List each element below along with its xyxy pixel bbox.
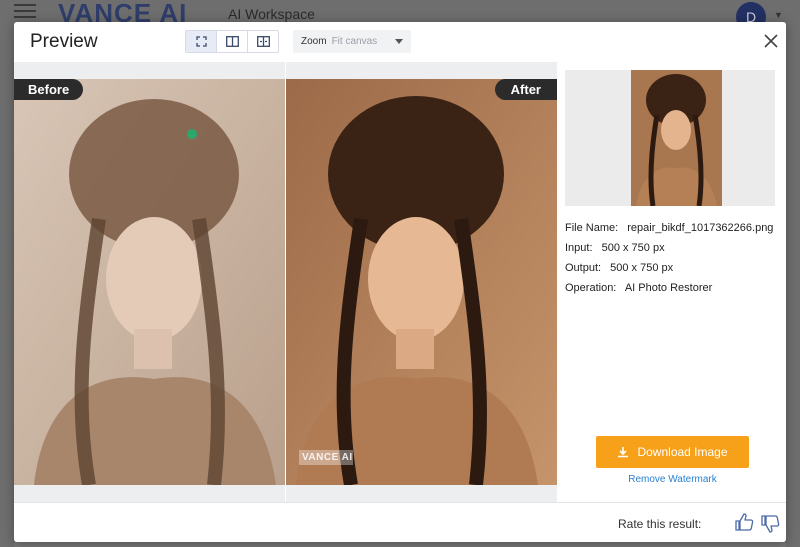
watermark: VANCE AI — [299, 450, 353, 465]
operation-value: AI Photo Restorer — [624, 282, 713, 294]
file-name-label: File Name: — [565, 222, 619, 234]
before-label: Before — [14, 79, 84, 100]
download-icon — [618, 447, 629, 458]
thumbnail-image — [631, 70, 722, 206]
file-name-row: File Name: repair_bikdf_1017362266.png — [565, 218, 775, 238]
file-meta: File Name: repair_bikdf_1017362266.png I… — [565, 218, 775, 298]
background-app — [0, 22, 14, 547]
thumbs-up-icon[interactable] — [734, 512, 754, 532]
output-value: 500 x 750 px — [610, 262, 674, 274]
split-view-icon — [225, 36, 239, 47]
preview-modal: Preview Zoom Fit canvas Before After VAN… — [14, 22, 786, 542]
after-label: After — [494, 79, 557, 100]
operation-label: Operation: — [565, 282, 617, 294]
thumbs-down-icon[interactable] — [760, 514, 780, 534]
compare-divider[interactable] — [285, 62, 286, 502]
side-by-side-icon — [256, 36, 270, 47]
download-image-label: Download Image — [637, 445, 728, 459]
modal-header: Preview Zoom Fit canvas — [14, 22, 786, 62]
chevron-down-icon — [395, 39, 403, 44]
split-view-button[interactable] — [217, 31, 248, 52]
input-label: Input: — [565, 242, 593, 254]
side-by-side-button[interactable] — [248, 31, 278, 52]
chevron-down-icon[interactable]: ▼ — [774, 10, 783, 20]
thumbnail-preview — [565, 70, 775, 206]
modal-footer: Rate this result: — [14, 502, 786, 542]
zoom-select[interactable]: Zoom Fit canvas — [293, 30, 411, 53]
view-mode-group — [185, 30, 279, 53]
operation-row: Operation: AI Photo Restorer — [565, 278, 775, 298]
rate-label: Rate this result: — [618, 517, 702, 531]
fit-screen-button[interactable] — [186, 31, 217, 52]
file-name-value: repair_bikdf_1017362266.png — [627, 222, 774, 234]
input-row: Input: 500 x 750 px — [565, 238, 775, 258]
close-icon[interactable] — [762, 32, 780, 50]
output-row: Output: 500 x 750 px — [565, 258, 775, 278]
before-image — [14, 79, 285, 485]
workspace-title: AI Workspace — [228, 6, 315, 22]
menu-icon[interactable] — [14, 4, 36, 18]
app-header: VANCE AI AI Workspace D ▼ — [0, 0, 800, 32]
remove-watermark-link[interactable]: Remove Watermark — [596, 474, 749, 485]
zoom-value: Fit canvas — [331, 36, 378, 47]
background-app — [786, 22, 800, 547]
zoom-label: Zoom — [301, 36, 327, 47]
modal-title: Preview — [30, 31, 98, 52]
input-value: 500 x 750 px — [601, 242, 665, 254]
download-image-button[interactable]: Download Image — [596, 436, 749, 468]
compare-area[interactable]: Before After VANCE AI — [14, 62, 557, 502]
info-panel: File Name: repair_bikdf_1017362266.png I… — [565, 70, 775, 298]
output-label: Output: — [565, 262, 602, 274]
fit-screen-icon — [195, 36, 207, 47]
after-image — [286, 79, 557, 485]
